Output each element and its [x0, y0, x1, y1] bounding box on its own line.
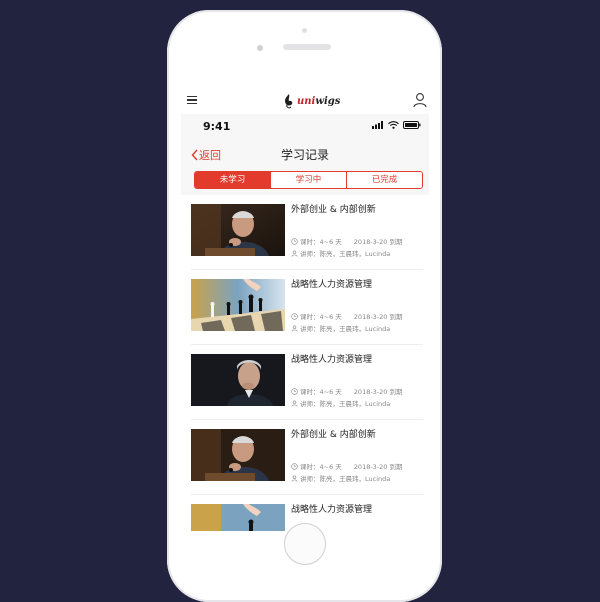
clock-icon: [291, 237, 298, 245]
course-lecturer: 讲师：陈亮，王晨玮，Lucinda: [300, 325, 391, 333]
tab-completed[interactable]: 已完成: [346, 172, 422, 188]
signal-icon: [372, 121, 383, 129]
status-time: 9:41: [203, 120, 231, 133]
front-camera: [257, 45, 263, 51]
course-thumbnail: [191, 279, 285, 331]
course-item[interactable]: 外部创业 & 内部创新 课时：4~6 天 2018-3-20 到期 讲师：陈亮，…: [191, 420, 423, 495]
user-icon[interactable]: [413, 92, 427, 108]
home-button[interactable]: [284, 523, 326, 565]
course-title: 外部创业 & 内部创新: [291, 205, 376, 215]
course-lecturer-row: 讲师：陈亮，王晨玮，Lucinda: [291, 248, 390, 258]
course-thumbnail: [191, 504, 285, 531]
course-title: 外部创业 & 内部创新: [291, 430, 376, 440]
course-lecturer-row: 讲师：陈亮，王晨玮，Lucinda: [291, 473, 390, 483]
course-lecturer-row: 讲师：陈亮，王晨玮，Lucinda: [291, 398, 390, 408]
person-icon: [291, 475, 298, 482]
tabs-container: 未学习 学习中 已完成: [181, 170, 429, 195]
logo-text: uniwigs: [297, 95, 341, 107]
app-screen: 9:41 返回 学习记录 未学习 学习中 已完成 外部创业 & 内部创新 课时：…: [181, 114, 429, 531]
tab-in-progress[interactable]: 学习中: [270, 172, 346, 188]
course-title: 战略性人力资源管理: [291, 280, 373, 290]
course-hours-row: 课时：4~6 天 2018-3-20 到期: [291, 311, 403, 321]
course-hours: 课时：4~6 天: [300, 238, 342, 246]
course-lecturer: 讲师：陈亮，王晨玮，Lucinda: [300, 475, 391, 483]
course-item[interactable]: 战略性人力资源管理 课时：4~6 天 2018-3-20 到期 讲师：陈亮，王晨…: [191, 345, 423, 420]
person-icon: [291, 400, 298, 407]
status-bar: 9:41: [181, 114, 429, 138]
course-title: 战略性人力资源管理: [291, 355, 373, 365]
course-lecturer: 讲师：陈亮，王晨玮，Lucinda: [300, 250, 391, 258]
person-icon: [291, 325, 298, 332]
wifi-icon: [388, 121, 399, 129]
course-hours-row: 课时：4~6 天 2018-3-20 到期: [291, 386, 403, 396]
page-title: 学习记录: [280, 148, 329, 162]
battery-icon: [403, 121, 421, 129]
course-due-date: 2018-3-20 到期: [353, 238, 403, 246]
menu-icon[interactable]: [187, 96, 197, 104]
course-due-date: 2018-3-20 到期: [353, 313, 403, 321]
tab-not-started[interactable]: 未学习: [195, 172, 270, 188]
course-item[interactable]: 战略性人力资源管理 课时：4~6 天 2018-3-20 到期 讲师：陈亮，王晨…: [191, 270, 423, 345]
status-icons: [372, 121, 421, 129]
course-item[interactable]: 外部创业 & 内部创新 课时：4~6 天 2018-3-20 到期 讲师：陈亮，…: [191, 195, 423, 270]
front-sensor: [302, 28, 307, 33]
course-hours-row: 课时：4~6 天 2018-3-20 到期: [291, 236, 403, 246]
course-hours: 课时：4~6 天: [300, 388, 342, 396]
person-icon: [291, 250, 298, 257]
course-lecturer: 讲师：陈亮，王晨玮，Lucinda: [300, 400, 391, 408]
flame-logo-icon: [285, 94, 293, 109]
course-lecturer-row: 讲师：陈亮，王晨玮，Lucinda: [291, 323, 390, 333]
clock-icon: [291, 312, 298, 320]
segmented-tabs: 未学习 学习中 已完成: [194, 171, 423, 189]
course-thumbnail: [191, 204, 285, 256]
clock-icon: [291, 462, 298, 470]
course-hours: 课时：4~6 天: [300, 463, 342, 471]
phone-frame: uniwigs 9:41 返回 学习记录 未学习 学习中 已完成 外部创业 & …: [167, 10, 442, 602]
course-thumbnail: [191, 429, 285, 481]
app-header: uniwigs: [187, 88, 427, 114]
course-due-date: 2018-3-20 到期: [353, 388, 403, 396]
course-title: 战略性人力资源管理: [291, 505, 373, 515]
course-due-date: 2018-3-20 到期: [353, 463, 403, 471]
course-thumbnail: [191, 354, 285, 406]
uniwigs-logo: uniwigs: [283, 92, 340, 110]
clock-icon: [291, 387, 298, 395]
course-list: 外部创业 & 内部创新 课时：4~6 天 2018-3-20 到期 讲师：陈亮，…: [181, 195, 429, 531]
nav-bar: 返回 学习记录: [181, 138, 429, 170]
earpiece-speaker: [283, 44, 331, 50]
course-hours-row: 课时：4~6 天 2018-3-20 到期: [291, 461, 403, 471]
course-hours: 课时：4~6 天: [300, 313, 342, 321]
